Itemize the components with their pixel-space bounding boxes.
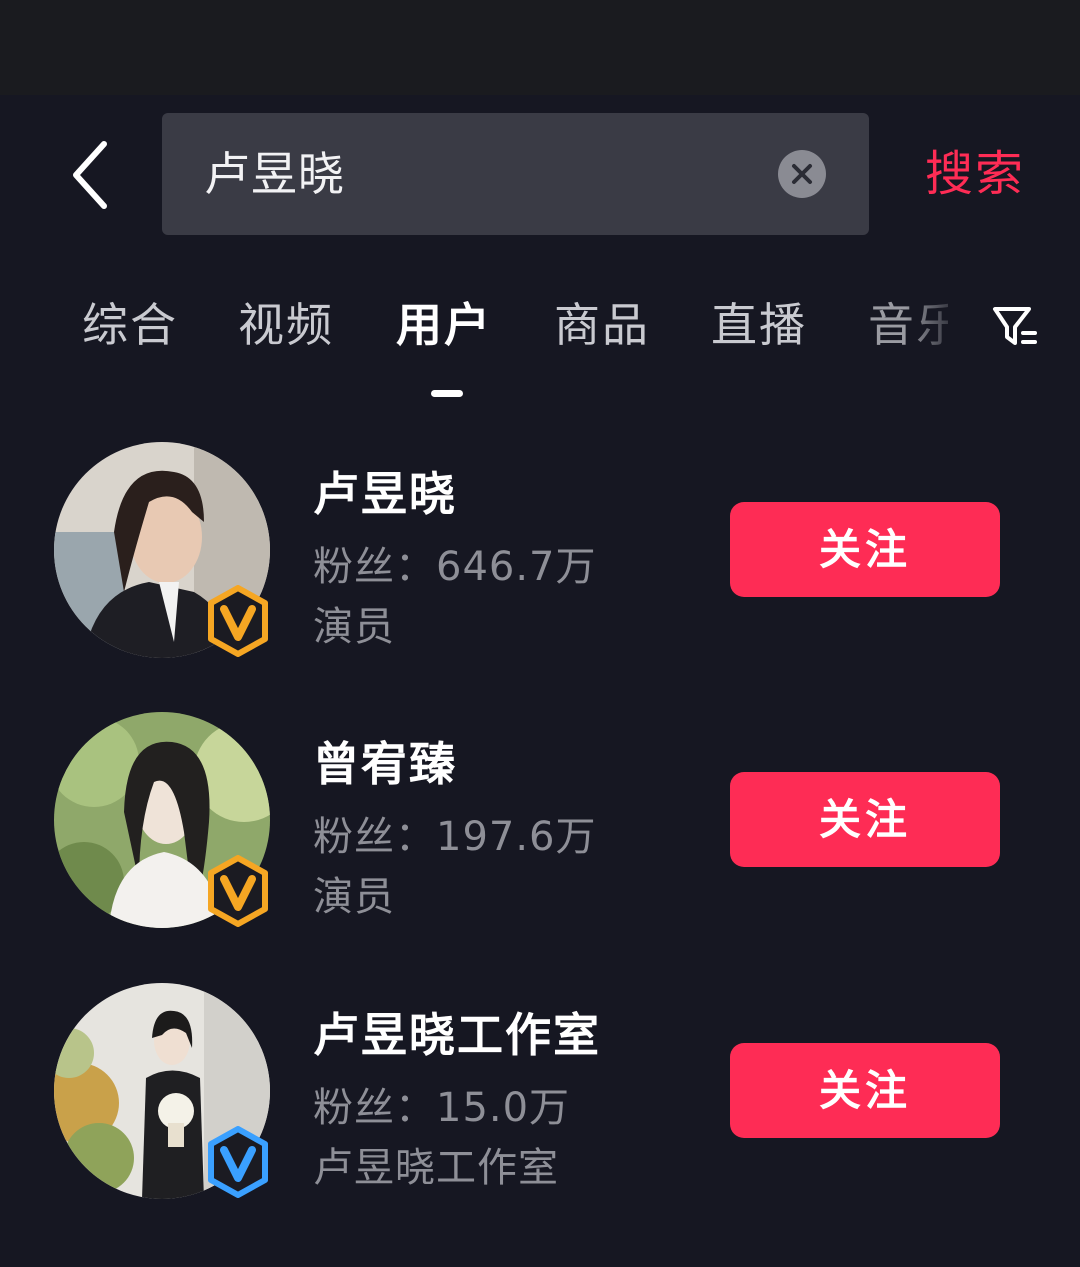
follow-button[interactable]: 关注 xyxy=(730,772,1000,867)
follow-button[interactable]: 关注 xyxy=(730,502,1000,597)
chevron-left-icon xyxy=(73,141,107,209)
tab-fade-overlay xyxy=(905,285,975,365)
user-description: 演员 xyxy=(313,604,395,650)
close-icon xyxy=(792,164,812,184)
user-list-item[interactable]: 卢昱晓工作室 粉丝：15.0万 卢昱晓工作室 关注 xyxy=(0,983,1080,1213)
tab-products[interactable]: 商品 xyxy=(554,285,650,365)
user-name[interactable]: 卢昱晓工作室 xyxy=(313,999,601,1065)
tab-live[interactable]: 直播 xyxy=(711,285,807,365)
user-name[interactable]: 卢昱晓 xyxy=(313,458,457,524)
avatar[interactable] xyxy=(54,712,270,928)
follower-count: 粉丝：15.0万 xyxy=(313,1085,571,1131)
tab-videos[interactable]: 视频 xyxy=(238,285,334,365)
search-input[interactable]: 卢昱晓 xyxy=(162,113,869,235)
avatar[interactable] xyxy=(54,442,270,658)
user-description: 演员 xyxy=(313,874,395,920)
gold-verified-badge-icon xyxy=(202,585,274,657)
status-bar xyxy=(0,0,1080,95)
back-button[interactable] xyxy=(60,135,120,215)
follower-count: 粉丝：197.6万 xyxy=(313,814,597,860)
follow-button[interactable]: 关注 xyxy=(730,1043,1000,1138)
filter-button[interactable] xyxy=(985,297,1045,357)
tab-users[interactable]: 用户 xyxy=(396,285,492,365)
user-name[interactable]: 曾宥臻 xyxy=(313,728,457,794)
gold-verified-badge-icon xyxy=(202,855,274,927)
user-list-item[interactable]: 卢昱晓 粉丝：646.7万 演员 关注 xyxy=(0,442,1080,672)
user-description: 卢昱晓工作室 xyxy=(313,1145,559,1191)
clear-search-button[interactable] xyxy=(778,150,826,198)
search-category-tabs: 综合 视频 用户 商品 直播 音乐 xyxy=(0,285,1080,405)
tab-comprehensive[interactable]: 综合 xyxy=(82,285,178,365)
search-button[interactable]: 搜索 xyxy=(900,113,1050,235)
search-query-text[interactable]: 卢昱晓 xyxy=(204,113,345,235)
user-list-item[interactable]: 曾宥臻 粉丝：197.6万 演员 关注 xyxy=(0,712,1080,942)
follower-count: 粉丝：646.7万 xyxy=(313,544,597,590)
filter-icon xyxy=(993,307,1037,345)
blue-verified-badge-icon xyxy=(202,1126,274,1198)
avatar[interactable] xyxy=(54,983,270,1199)
active-tab-indicator xyxy=(431,390,463,397)
